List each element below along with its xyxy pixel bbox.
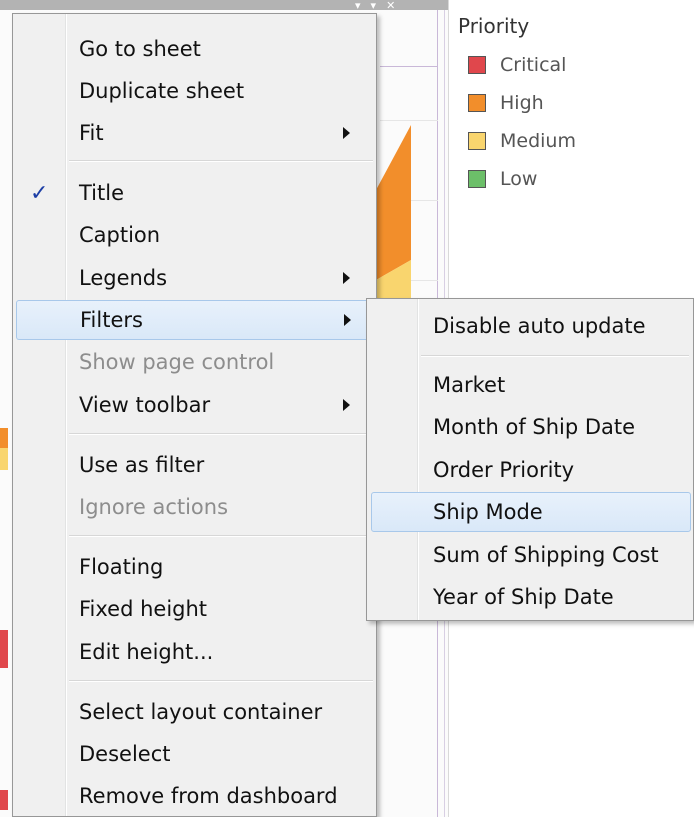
menu-item-label: Remove from dashboard: [79, 784, 338, 808]
submenu-item-ship-mode[interactable]: Ship Mode: [371, 492, 691, 532]
submenu-item-label: Ship Mode: [433, 500, 543, 524]
sheet-dropdown-icon[interactable]: ▾: [355, 0, 361, 12]
menu-item-filters[interactable]: Filters: [16, 300, 371, 340]
menu-item-label: Floating: [79, 555, 164, 579]
menu-item-use-as-filter[interactable]: Use as filter: [13, 445, 376, 485]
menu-separator: [421, 355, 689, 357]
menu-item-select-layout-container[interactable]: Select layout container: [13, 692, 376, 732]
menu-item-label: View toolbar: [79, 393, 211, 417]
menu-item-fit[interactable]: Fit: [13, 113, 376, 153]
area-chart-fragment: [376, 125, 411, 300]
menu-separator: [69, 535, 373, 537]
submenu-item-label: Disable auto update: [433, 314, 646, 338]
menu-item-label: Edit height...: [79, 640, 214, 664]
menu-item-title[interactable]: ✓ Title: [13, 173, 376, 213]
menu-item-label: Select layout container: [79, 700, 323, 724]
legend-label: High: [500, 92, 544, 114]
menu-item-show-page-control[interactable]: Show page control: [13, 342, 376, 382]
menu-item-label: Caption: [79, 223, 161, 247]
sheet-filter-icon[interactable]: ▾: [371, 0, 377, 12]
submenu-item-label: Sum of Shipping Cost: [433, 543, 659, 567]
menu-item-label: Deselect: [79, 742, 171, 766]
context-menu: Go to sheet Duplicate sheet Fit ✓ Title …: [12, 13, 377, 817]
menu-item-edit-height[interactable]: Edit height...: [13, 632, 376, 672]
menu-item-floating[interactable]: Floating: [13, 547, 376, 587]
left-chart-mark-medium: [0, 448, 8, 470]
menu-separator: [69, 160, 373, 162]
menu-item-legends[interactable]: Legends: [13, 258, 376, 298]
menu-item-label: Fit: [79, 121, 104, 145]
menu-separator: [69, 680, 373, 682]
menu-item-label: Use as filter: [79, 453, 205, 477]
menu-item-caption[interactable]: Caption: [13, 215, 376, 255]
filters-submenu: Disable auto update Market Month of Ship…: [366, 298, 694, 621]
submenu-item-sum-of-shipping-cost[interactable]: Sum of Shipping Cost: [367, 535, 693, 575]
menu-separator: [69, 433, 373, 435]
submenu-item-market[interactable]: Market: [367, 365, 693, 405]
legend-swatch: [468, 94, 486, 112]
legend-swatch: [468, 170, 486, 188]
menu-item-view-toolbar[interactable]: View toolbar: [13, 385, 376, 425]
submenu-item-order-priority[interactable]: Order Priority: [367, 450, 693, 490]
submenu-arrow-icon: [344, 314, 351, 326]
submenu-item-label: Market: [433, 373, 506, 397]
submenu-arrow-icon: [343, 127, 350, 139]
menu-item-label: Filters: [80, 308, 143, 332]
menu-item-label: Show page control: [79, 350, 275, 374]
chart-top-border: [380, 66, 438, 67]
legend-item-medium[interactable]: Medium: [458, 122, 688, 160]
submenu-arrow-icon: [343, 399, 350, 411]
legend-item-low[interactable]: Low: [458, 160, 688, 198]
submenu-item-month-of-ship-date[interactable]: Month of Ship Date: [367, 407, 693, 447]
menu-item-duplicate-sheet[interactable]: Duplicate sheet: [13, 71, 376, 111]
menu-item-label: Go to sheet: [79, 37, 201, 61]
menu-item-label: Legends: [79, 266, 168, 290]
legend-item-high[interactable]: High: [458, 84, 688, 122]
sheet-controls: ▾ ▾ ✕: [355, 0, 395, 12]
menu-item-label: Title: [79, 181, 125, 205]
left-chart-mark-critical: [0, 630, 8, 668]
area-high: [376, 125, 411, 280]
left-chart-mark-high: [0, 428, 8, 448]
checkmark-icon: ✓: [30, 180, 49, 206]
sheet-close-icon[interactable]: ✕: [386, 0, 395, 12]
menu-item-go-to-sheet[interactable]: Go to sheet: [13, 29, 376, 69]
submenu-item-disable-auto-update[interactable]: Disable auto update: [367, 306, 693, 346]
submenu-item-label: Order Priority: [433, 458, 575, 482]
submenu-arrow-icon: [343, 272, 350, 284]
menu-item-remove-from-dashboard[interactable]: Remove from dashboard: [13, 776, 376, 816]
legend-label: Critical: [500, 54, 567, 76]
submenu-item-year-of-ship-date[interactable]: Year of Ship Date: [367, 577, 693, 617]
legend-label: Low: [500, 168, 538, 190]
submenu-item-label: Year of Ship Date: [433, 585, 614, 609]
menu-item-label: Fixed height: [79, 597, 208, 621]
submenu-item-label: Month of Ship Date: [433, 415, 636, 439]
menu-item-label: Duplicate sheet: [79, 79, 245, 103]
menu-item-fixed-height[interactable]: Fixed height: [13, 589, 376, 629]
menu-item-label: Ignore actions: [79, 495, 229, 519]
menu-item-ignore-actions[interactable]: Ignore actions: [13, 487, 376, 527]
menu-item-deselect[interactable]: Deselect: [13, 734, 376, 774]
legend-swatch: [468, 56, 486, 74]
priority-legend: Priority Critical High Medium Low: [458, 14, 688, 198]
legend-title: Priority: [458, 14, 530, 38]
legend-item-critical[interactable]: Critical: [458, 46, 688, 84]
legend-label: Medium: [500, 130, 576, 152]
left-chart-mark-critical: [0, 790, 8, 810]
legend-swatch: [468, 132, 486, 150]
